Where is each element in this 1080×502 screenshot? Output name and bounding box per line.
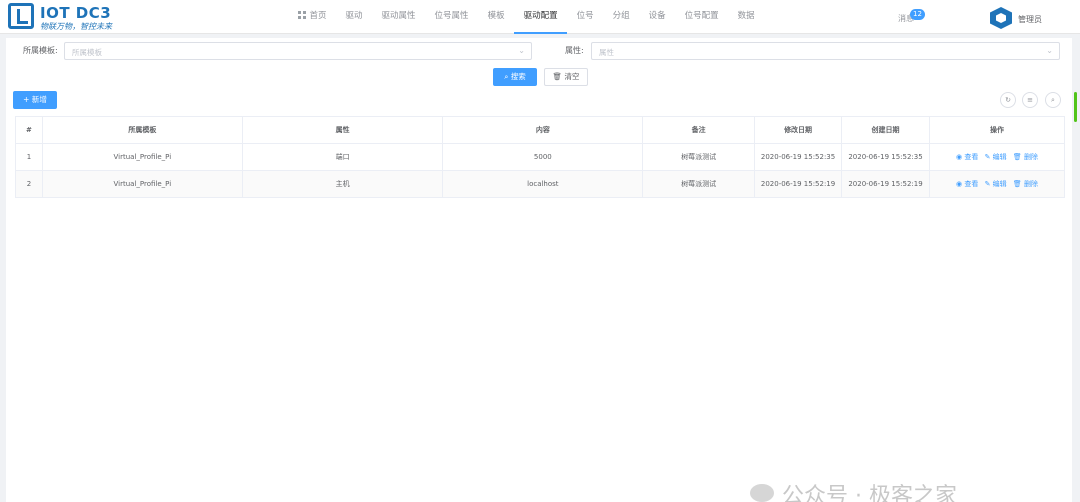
cell-index: 1: [15, 143, 43, 171]
cell-attribute: 端口: [242, 143, 444, 171]
table-row: 1 Virtual_Profile_Pi 端口 5000 树莓派测试 2020-…: [15, 143, 1065, 171]
nav-item-point[interactable]: 位号: [567, 0, 603, 34]
search-toggle-icon[interactable]: ⌕: [1045, 92, 1061, 108]
delete-label: 删除: [1024, 180, 1039, 188]
edit-icon: ✎: [984, 180, 993, 188]
edit-label: 编辑: [992, 180, 1007, 188]
watermark: 公众号 · 极客之家: [782, 484, 957, 502]
template-label: 所属模板:: [23, 46, 58, 55]
nav-item-label: 设备: [648, 11, 666, 21]
cell-actions: ◉ 查看 ✎ 编辑 🗑 删除: [929, 170, 1065, 198]
nav-item-label: 模板: [487, 11, 505, 21]
column-header-actions: 操作: [929, 116, 1065, 144]
clear-button[interactable]: 🗑 清空: [544, 68, 588, 86]
edit-label: 编辑: [992, 153, 1007, 161]
search-button-label: 搜索: [510, 72, 526, 81]
cell-created: 2020-06-19 15:52:35: [841, 143, 931, 171]
nav-item-label: 驱动: [345, 11, 363, 21]
column-header-index: #: [15, 116, 43, 144]
edit-button[interactable]: ✎ 编辑: [985, 180, 1007, 188]
chevron-down-icon: ⌄: [1046, 46, 1053, 55]
scrollbar[interactable]: [1074, 92, 1077, 122]
column-header-modified: 修改日期: [754, 116, 843, 144]
trash-icon: 🗑: [1012, 180, 1025, 188]
column-header-attribute: 属性: [242, 116, 444, 144]
attribute-select[interactable]: 属性 ⌄: [591, 42, 1060, 60]
view-button[interactable]: ◉ 查看: [956, 153, 978, 161]
content-panel: 所属模板: 所属模板 ⌄ 属性: 属性 ⌄ ⌕ 搜索 🗑 清空 + 新增 ↻ ≡…: [6, 38, 1072, 502]
nav-item-data[interactable]: 数据: [728, 0, 764, 34]
column-header-content: 内容: [442, 116, 644, 144]
view-label: 查看: [964, 180, 979, 188]
app-subtitle: 物联万物，智控未来: [40, 22, 112, 31]
attribute-placeholder: 属性: [599, 48, 614, 57]
trash-icon: 🗑: [552, 72, 565, 81]
view-label: 查看: [964, 153, 979, 161]
cell-remark: 树莓派测试: [642, 170, 756, 198]
chevron-down-icon: ⌄: [518, 46, 525, 55]
app-title: IOT DC3: [40, 4, 112, 22]
nav-item-point-config[interactable]: 位号配置: [675, 0, 728, 34]
cell-modified: 2020-06-19 15:52:35: [754, 143, 843, 171]
main-nav: 首页 驱动 驱动属性 位号属性 模板 驱动配置 位号 分组 设备 位号配置 数据: [288, 0, 764, 34]
cell-template: Virtual_Profile_Pi: [42, 170, 243, 198]
delete-button[interactable]: 🗑 删除: [1013, 153, 1038, 161]
nav-item-driver-attribute[interactable]: 驱动属性: [372, 0, 425, 34]
nav-item-label: 驱动属性: [381, 11, 416, 21]
grid-icon: [297, 11, 306, 19]
trash-icon: 🗑: [1012, 153, 1025, 161]
filter-icon[interactable]: ≡: [1022, 92, 1038, 108]
view-button[interactable]: ◉ 查看: [956, 180, 978, 188]
column-header-remark: 备注: [642, 116, 756, 144]
logo-mark-icon: [8, 3, 34, 29]
cell-content: 5000: [442, 143, 644, 171]
user-name[interactable]: 管理员: [1018, 14, 1042, 25]
cell-created: 2020-06-19 15:52:19: [841, 170, 931, 198]
delete-label: 删除: [1024, 153, 1039, 161]
column-header-template: 所属模板: [42, 116, 243, 144]
search-icon: ⌕: [504, 72, 511, 81]
template-placeholder: 所属模板: [72, 48, 102, 57]
app-logo[interactable]: IOT DC3 物联万物，智控未来: [8, 3, 118, 31]
delete-button[interactable]: 🗑 删除: [1013, 180, 1038, 188]
nav-item-label: 位号配置: [684, 11, 719, 21]
refresh-icon[interactable]: ↻: [1000, 92, 1016, 108]
top-bar: IOT DC3 物联万物，智控未来 首页 驱动 驱动属性 位号属性 模板 驱动配…: [0, 0, 1080, 34]
search-button[interactable]: ⌕ 搜索: [493, 68, 537, 86]
search-form: 所属模板: 所属模板 ⌄ 属性: 属性 ⌄: [6, 40, 1072, 62]
nav-item-label: 首页: [309, 11, 327, 21]
cell-template: Virtual_Profile_Pi: [42, 143, 243, 171]
edit-icon: ✎: [984, 153, 993, 161]
nav-item-point-attribute[interactable]: 位号属性: [425, 0, 478, 34]
nav-item-home[interactable]: 首页: [288, 0, 336, 34]
table-row: 2 Virtual_Profile_Pi 主机 localhost 树莓派测试 …: [15, 170, 1065, 198]
config-table: # 所属模板 属性 内容 备注 修改日期 创建日期 操作 1 Virtual_P…: [15, 116, 1065, 198]
nav-item-label: 分组: [612, 11, 630, 21]
template-select[interactable]: 所属模板 ⌄: [64, 42, 532, 60]
nav-item-group[interactable]: 分组: [603, 0, 639, 34]
cell-actions: ◉ 查看 ✎ 编辑 🗑 删除: [929, 143, 1065, 171]
cell-attribute: 主机: [242, 170, 444, 198]
wechat-icon: [750, 484, 774, 502]
column-header-created: 创建日期: [841, 116, 931, 144]
nav-item-driver[interactable]: 驱动: [336, 0, 372, 34]
nav-item-label: 驱动配置: [523, 11, 558, 21]
nav-item-label: 数据: [737, 11, 755, 21]
cell-remark: 树莓派测试: [642, 143, 756, 171]
edit-button[interactable]: ✎ 编辑: [985, 153, 1007, 161]
table-header-row: # 所属模板 属性 内容 备注 修改日期 创建日期 操作: [15, 116, 1065, 144]
nav-item-label: 位号属性: [434, 11, 469, 21]
attribute-label: 属性:: [565, 46, 584, 55]
cell-index: 2: [15, 170, 43, 198]
cell-content: localhost: [442, 170, 644, 198]
nav-item-label: 位号: [576, 11, 594, 21]
clear-button-label: 清空: [564, 72, 580, 81]
cell-modified: 2020-06-19 15:52:19: [754, 170, 843, 198]
avatar[interactable]: [990, 7, 1012, 29]
nav-item-device[interactable]: 设备: [639, 0, 675, 34]
nav-item-profile[interactable]: 模板: [478, 0, 514, 34]
add-button[interactable]: + 新增: [13, 91, 57, 109]
messages-badge: 12: [910, 9, 925, 20]
nav-item-driver-config[interactable]: 驱动配置: [514, 0, 568, 34]
